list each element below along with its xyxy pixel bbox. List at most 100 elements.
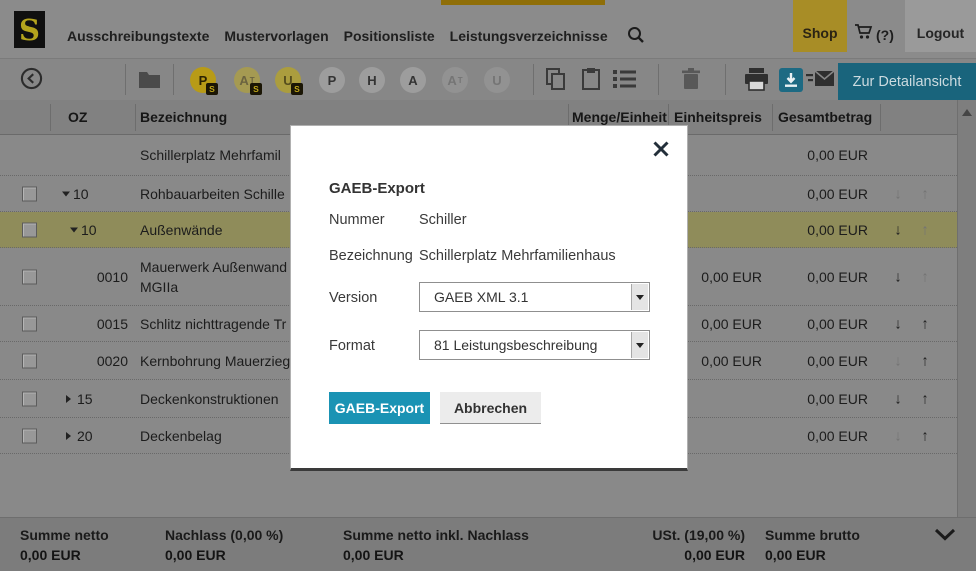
chevron-down-icon[interactable]: [934, 528, 956, 546]
column-divider: [135, 104, 136, 131]
row-checkbox[interactable]: [22, 391, 37, 406]
copy-icon[interactable]: [545, 67, 567, 96]
gaeb-export-button[interactable]: GAEB-Export: [329, 392, 430, 424]
text-icon[interactable]: AT: [442, 67, 468, 93]
icon-sup: T: [457, 75, 463, 85]
position-sirados-icon[interactable]: P S: [190, 67, 218, 95]
move-down-icon[interactable]: ↓: [888, 390, 908, 407]
move-down-icon[interactable]: ↓: [888, 185, 908, 202]
dropdown-button[interactable]: [631, 332, 648, 358]
row-checkbox[interactable]: [22, 316, 37, 331]
paste-icon[interactable]: [580, 67, 602, 96]
icon-letter: H: [367, 72, 377, 88]
oz-cell: 0015: [96, 315, 128, 332]
expand-caret-icon[interactable]: [66, 431, 71, 440]
row-checkbox[interactable]: [22, 222, 37, 237]
cancel-button[interactable]: Abbrechen: [440, 392, 541, 424]
print-icon[interactable]: [744, 68, 769, 96]
detail-view-button[interactable]: Zur Detailansicht: [838, 63, 976, 101]
oz-cell: 10: [81, 221, 97, 238]
summary-label: Summe netto inkl. Nachlass: [343, 527, 529, 543]
version-selected-value: GAEB XML 3.1: [434, 289, 529, 305]
icon-letter: P: [327, 72, 337, 88]
vertical-scrollbar[interactable]: [957, 100, 976, 517]
toolbar-divider: [125, 64, 126, 95]
nav-item-positionsliste[interactable]: Positionsliste: [344, 28, 435, 44]
sirados-badge: S: [291, 83, 303, 95]
text-sirados-icon[interactable]: AT S: [234, 67, 262, 95]
position-icon[interactable]: P: [319, 67, 345, 93]
column-divider: [772, 104, 773, 131]
icon-letter: A: [239, 72, 249, 88]
oz-cell: 0020: [96, 352, 128, 369]
hinweistext-icon[interactable]: H: [359, 67, 385, 93]
move-down-icon[interactable]: ↓: [888, 427, 908, 444]
active-tab-indicator: [441, 0, 605, 5]
shop-button[interactable]: Shop: [793, 0, 847, 52]
nav-item-ausschreibungstexte[interactable]: Ausschreibungstexte: [67, 28, 209, 44]
cart-icon[interactable]: [854, 23, 873, 43]
format-select[interactable]: 81 Leistungsbeschreibung: [419, 330, 650, 360]
abschnitt-icon[interactable]: A: [400, 67, 426, 93]
scroll-up-icon[interactable]: [962, 109, 972, 116]
download-icon[interactable]: [779, 68, 803, 92]
dropdown-button[interactable]: [631, 284, 648, 310]
row-checkbox[interactable]: [22, 186, 37, 201]
row-checkbox[interactable]: [22, 353, 37, 368]
caret-down-icon: [636, 294, 644, 300]
logout-button[interactable]: Logout: [905, 0, 976, 52]
search-icon[interactable]: [627, 26, 645, 47]
untertitel-icon[interactable]: U: [484, 67, 510, 93]
nummer-label: Nummer: [329, 212, 385, 228]
close-icon[interactable]: [652, 140, 670, 158]
header-bezeichnung[interactable]: Bezeichnung: [140, 100, 227, 134]
untertitel-sirados-icon[interactable]: U S: [275, 67, 303, 95]
move-down-icon[interactable]: ↓: [888, 268, 908, 285]
summary-label: Summe netto: [20, 527, 109, 543]
summe-netto: Summe netto 0,00 EUR: [20, 525, 109, 565]
trash-icon[interactable]: [680, 67, 702, 96]
cart-area[interactable]: (?): [854, 0, 894, 52]
summary-value: 0,00 EUR: [684, 547, 745, 563]
move-up-icon[interactable]: ↑: [915, 185, 935, 202]
numbered-list-icon[interactable]: [612, 67, 637, 96]
expand-caret-icon[interactable]: [66, 394, 71, 403]
move-down-icon[interactable]: ↓: [888, 315, 908, 332]
sirados-badge: S: [250, 83, 262, 95]
nachlass: Nachlass (0,00 %) 0,00 EUR: [165, 525, 283, 565]
send-mail-icon[interactable]: [806, 70, 835, 93]
column-divider: [50, 104, 51, 131]
header-gesamtbetrag[interactable]: Gesamtbetrag: [778, 100, 872, 134]
icon-letter: A: [447, 72, 457, 88]
summary-label: Nachlass (0,00 %): [165, 527, 284, 543]
app-logo[interactable]: S: [14, 11, 45, 48]
ust: USt. (19,00 %) 0,00 EUR: [600, 525, 745, 565]
row-checkbox[interactable]: [22, 269, 37, 284]
toolbar-divider: [658, 64, 659, 95]
collapse-caret-icon[interactable]: [62, 191, 70, 196]
collapse-caret-icon[interactable]: [70, 227, 78, 232]
move-up-icon[interactable]: ↑: [915, 427, 935, 444]
move-down-icon[interactable]: ↓: [888, 352, 908, 369]
bezeichnung-value: Schillerplatz Mehrfamilienhaus: [419, 248, 616, 264]
summary-value: 0,00 EUR: [343, 547, 404, 563]
format-selected-value: 81 Leistungsbeschreibung: [434, 337, 598, 353]
row-checkbox[interactable]: [22, 428, 37, 443]
move-down-icon[interactable]: ↓: [888, 221, 908, 238]
version-select[interactable]: GAEB XML 3.1: [419, 282, 650, 312]
lv-toolbar: P S AT S U S P H A AT U Zur Detailansich…: [0, 58, 976, 101]
summary-value: 0,00 EUR: [165, 547, 226, 563]
move-up-icon[interactable]: ↑: [915, 221, 935, 238]
nav-item-leistungsverzeichnisse[interactable]: Leistungsverzeichnisse: [450, 28, 608, 44]
oz-cell: 20: [77, 427, 93, 444]
nummer-value: Schiller: [419, 212, 467, 228]
move-up-icon[interactable]: ↑: [915, 390, 935, 407]
header-oz[interactable]: OZ: [68, 100, 87, 134]
move-up-icon[interactable]: ↑: [915, 315, 935, 332]
gesamtbetrag-cell: 0,00 EUR: [807, 185, 868, 202]
back-icon[interactable]: [20, 67, 43, 95]
move-up-icon[interactable]: ↑: [915, 352, 935, 369]
folder-icon[interactable]: [138, 70, 161, 94]
nav-item-mustervorlagen[interactable]: Mustervorlagen: [224, 28, 328, 44]
move-up-icon[interactable]: ↑: [915, 268, 935, 285]
